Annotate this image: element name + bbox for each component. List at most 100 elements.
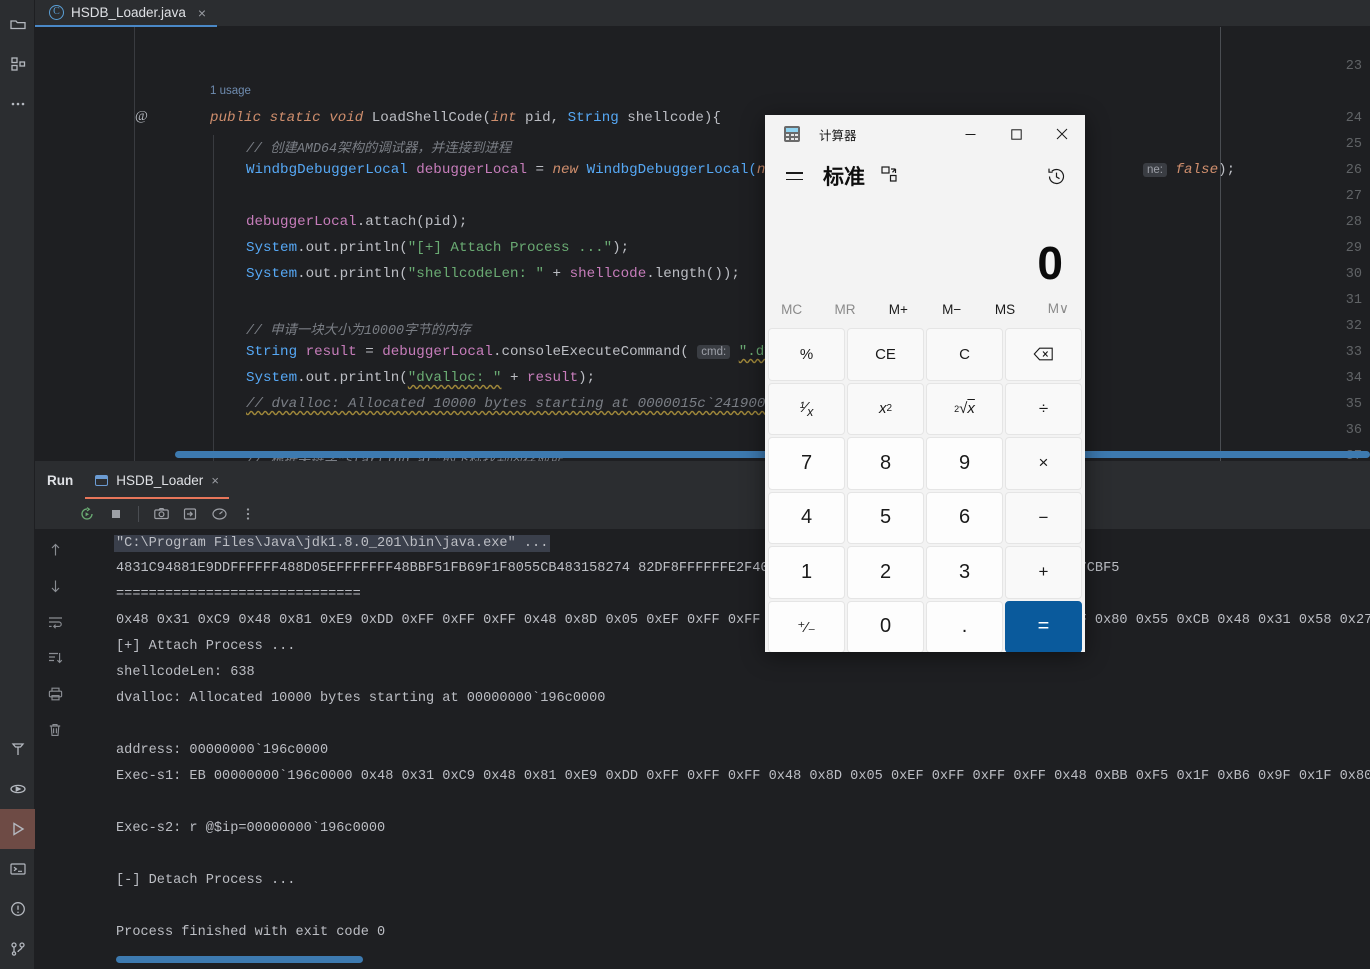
memory-add-button[interactable]: M+ [872,302,925,317]
reciprocal-button[interactable]: ¹⁄x [768,382,845,435]
minimize-button[interactable] [947,115,993,153]
clear-entry-button[interactable]: CE [847,328,924,381]
kw: new [552,162,587,178]
call: println( [339,370,408,386]
console-output[interactable]: "C:\Program Files\Java\jdk1.8.0_201\bin\… [75,529,1370,969]
calculator-title-bar[interactable]: 计算器 [765,115,1085,153]
line-number: 35 [1345,397,1362,412]
code-line-28: debuggerLocal.attach(pid); [246,214,467,230]
param: shellcode){ [618,110,721,126]
console-line: Exec-s1: EB 00000000`196c0000 0x48 0x31 … [116,769,1370,784]
soft-wrap-icon[interactable] [44,611,66,633]
terminal-icon[interactable] [0,849,35,889]
type: WindbgDebuggerLocal [246,162,408,178]
run-tab-label: HSDB_Loader [116,472,204,488]
digit-0-button[interactable]: 0 [847,600,924,652]
history-clock-icon[interactable] [1041,161,1071,191]
annotation-gutter-icon[interactable]: @ [135,109,148,125]
calculator-window-title: 计算器 [819,128,857,143]
digit-3-button[interactable]: 3 [926,546,1003,599]
digit-9-button[interactable]: 9 [926,437,1003,490]
more-options-icon[interactable] [236,502,260,526]
sign-toggle-button[interactable]: ⁺⁄₋ [768,600,845,652]
subtract-button[interactable]: − [1005,491,1082,544]
member: .out. [297,370,340,386]
clear-all-icon[interactable] [44,719,66,741]
clear-button[interactable]: C [926,328,1003,381]
line-number: 34 [1345,371,1362,386]
arg: pid [424,214,451,230]
call: println( [339,266,408,282]
build-hammer-icon[interactable] [0,729,35,769]
rerun-icon[interactable] [75,502,99,526]
scroll-up-icon[interactable] [44,539,66,561]
maximize-button[interactable] [993,115,1039,153]
memory-recall-button[interactable]: MR [818,302,871,317]
digit-5-button[interactable]: 5 [847,491,924,544]
digit-4-button[interactable]: 4 [768,491,845,544]
code-line-25: // 创建AMD64架构的调试器，并连接到进程 [246,142,512,157]
calculator-mode-label: 标准 [823,166,865,189]
type: String [246,344,298,360]
digit-6-button[interactable]: 6 [926,491,1003,544]
memory-store-button[interactable]: MS [978,302,1031,317]
calculator-window[interactable]: 计算器 标准 0 MC MR M+ M− MS M∨ % CE C ¹⁄x x … [765,115,1085,652]
square-button[interactable]: x2 [847,382,924,435]
backspace-icon[interactable] [1005,328,1082,381]
console-line: 0x48 0x31 0xC9 0x48 0x81 0xE9 0xDD 0xFF … [116,613,1370,628]
member: .out. [297,266,340,282]
var: result [297,344,366,360]
line-number: 26 [1345,163,1362,178]
add-button[interactable]: + [1005,546,1082,599]
usage-hint[interactable]: 1 usage [210,85,251,97]
export-icon[interactable] [178,502,202,526]
op: + [544,266,570,282]
op: = [365,344,383,360]
digit-8-button[interactable]: 8 [847,437,924,490]
print-icon[interactable] [44,683,66,705]
decimal-point-button[interactable]: . [926,600,1003,652]
run-tab-hsdb-loader[interactable]: HSDB_Loader × [85,461,229,499]
equals-button[interactable]: = [1005,600,1082,652]
code-editor[interactable]: 23 24 25 26 27 28 29 30 31 32 33 34 35 3… [35,27,1370,461]
memory-clear-button[interactable]: MC [765,302,818,317]
close-icon[interactable]: × [198,5,206,21]
divide-button[interactable]: ÷ [1005,382,1082,435]
scroll-to-end-icon[interactable] [44,647,66,669]
digit-7-button[interactable]: 7 [768,437,845,490]
structure-icon[interactable] [0,44,35,84]
close-button[interactable] [1039,115,1085,153]
digit-2-button[interactable]: 2 [847,546,924,599]
percent-button[interactable]: % [768,328,845,381]
console-line: address: 00000000`196c0000 [116,743,329,758]
console-line: dvalloc: Allocated 10000 bytes starting … [116,691,606,706]
console-line: [-] Detach Process ... [116,873,296,888]
scroll-down-icon[interactable] [44,575,66,597]
square-root-button[interactable]: 2 √ x [926,382,1003,435]
memory-subtract-button[interactable]: M− [925,302,978,317]
editor-tab-hsdb-loader[interactable]: C HSDB_Loader.java × [35,0,218,27]
stop-icon[interactable] [104,502,128,526]
problems-icon[interactable] [0,889,35,929]
ctor: WindbgDebuggerLocal( [586,162,757,178]
multiply-button[interactable]: × [1005,437,1082,490]
profiler-icon[interactable] [207,502,231,526]
digit-1-button[interactable]: 1 [768,546,845,599]
version-control-icon[interactable] [0,929,35,969]
screenshot-icon[interactable] [149,502,173,526]
code-line-32: // 申请一块大小为10000字节的内存 [246,324,471,339]
call: .attach( [356,214,425,230]
code-line-29: System.out.println("[+] Attach Process .… [246,240,629,256]
project-folder-icon[interactable] [0,4,35,44]
console-line: Exec-s2: r @$ip=00000000`196c0000 [116,821,386,836]
run-icon[interactable] [0,809,35,849]
hamburger-menu-icon[interactable] [779,161,809,191]
more-tool-windows-icon[interactable] [0,84,35,124]
debug-icon[interactable] [0,769,35,809]
console-horizontal-scrollbar[interactable] [116,956,363,963]
close-icon[interactable]: × [211,473,219,488]
console-line: shellcodeLen: 638 [116,665,255,680]
keep-on-top-icon[interactable] [879,164,903,188]
literal: false [1167,162,1219,178]
memory-list-button[interactable]: M∨ [1032,301,1085,317]
